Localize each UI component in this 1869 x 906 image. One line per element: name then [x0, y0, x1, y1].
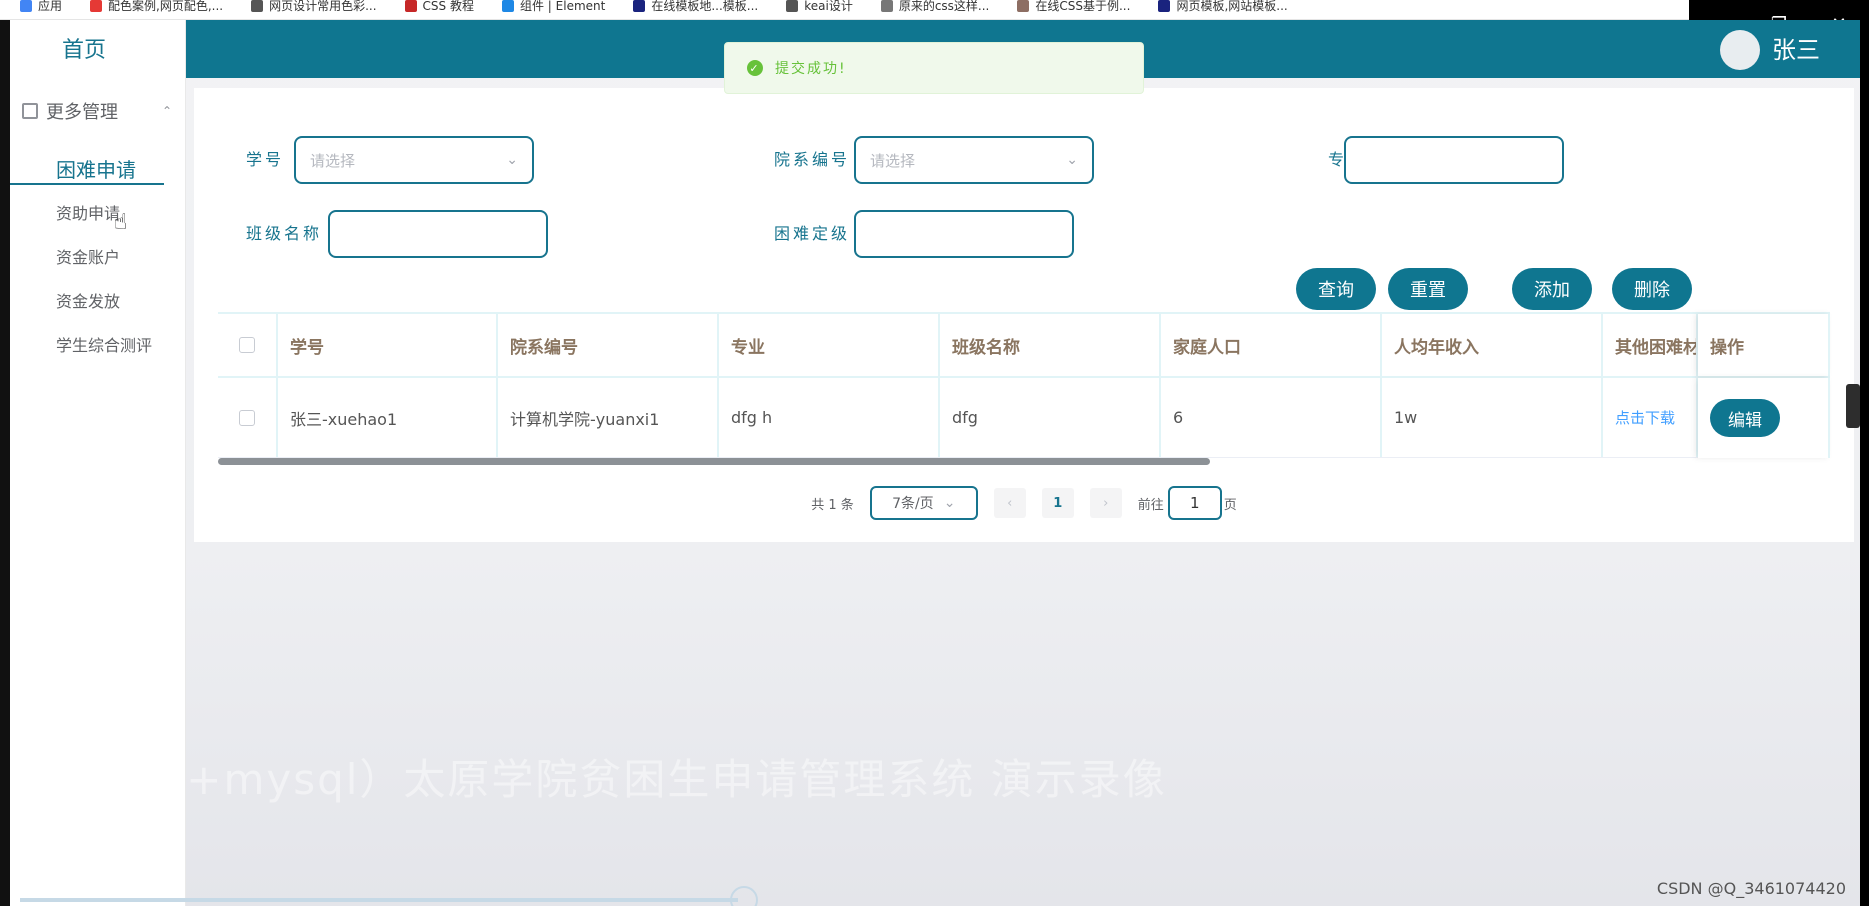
dept-select[interactable]: 请选择 ⌄	[854, 136, 1094, 184]
bookmark-icon	[880, 0, 893, 12]
next-page-icon[interactable]: ›	[1089, 488, 1122, 518]
download-link[interactable]: 点击下载	[1615, 407, 1675, 428]
active-indicator	[10, 183, 164, 185]
bookmark-item[interactable]: 在线CSS基于例...	[1017, 0, 1130, 14]
goto-page-input[interactable]: 1	[1167, 486, 1222, 520]
chevron-down-icon: ⌄	[1066, 152, 1078, 168]
bookmark-item[interactable]: 组件 | Element	[501, 0, 605, 14]
bookmark-item[interactable]: 网页模板,网站模板...	[1158, 0, 1288, 14]
cell-class: dfg	[940, 378, 1161, 457]
pagination: 共 1 条 7条/页 ⌄ ‹ 1 › 前往 1 页	[194, 486, 1854, 520]
prev-page-icon[interactable]: ‹	[993, 488, 1026, 518]
cursor-icon: ☝	[114, 210, 128, 235]
left-edge-strip	[0, 20, 10, 906]
side-handle[interactable]	[1846, 384, 1860, 428]
check-circle-icon: ✓	[747, 60, 763, 76]
toast-message: 提交成功!	[775, 61, 847, 77]
reset-button[interactable]: 重置	[1388, 268, 1468, 310]
col-header[interactable]: 家庭人口	[1161, 314, 1382, 376]
col-header[interactable]: 班级名称	[940, 314, 1161, 376]
delete-button[interactable]: 删除	[1612, 268, 1692, 310]
difficulty-label: 困难定级	[774, 224, 851, 243]
sidebar-home[interactable]: 首页	[62, 32, 106, 64]
bookmark-icon	[404, 0, 417, 12]
sidebar-item-difficulty[interactable]: 困难申请	[56, 154, 136, 183]
video-progress-bar[interactable]	[20, 898, 738, 902]
bookmark-item[interactable]: keai设计	[786, 0, 853, 14]
page-size-select[interactable]: 7条/页 ⌄	[869, 486, 978, 520]
video-progress-knob[interactable]	[730, 886, 758, 906]
bookmark-icon	[501, 0, 514, 12]
bookmarks-bar: 应用 配色案例,网页配色,... 网页设计常用色彩... CSS 教程 组件 |…	[0, 0, 1690, 20]
select-all-cell	[218, 314, 278, 376]
col-header[interactable]: 专业	[719, 314, 940, 376]
bookmark-icon	[633, 0, 646, 12]
bookmark-item[interactable]: 配色案例,网页配色,...	[90, 0, 223, 14]
table-row: 张三-xuehao1 计算机学院-yuanxi1 dfg h dfg 6 1w …	[218, 378, 1830, 458]
cell-income: 1w	[1382, 378, 1603, 457]
page-number[interactable]: 1	[1041, 488, 1074, 518]
row-checkbox[interactable]	[239, 409, 255, 426]
select-all-checkbox[interactable]	[239, 337, 255, 353]
class-label: 班级名称	[246, 224, 323, 243]
bookmark-item[interactable]: 在线模板地...模板...	[633, 0, 758, 14]
edit-button[interactable]: 编辑	[1710, 399, 1780, 437]
apps-icon	[20, 0, 32, 12]
success-toast: ✓ 提交成功!	[724, 42, 1144, 94]
bookmark-item[interactable]: 网页设计常用色彩...	[251, 0, 377, 14]
col-header[interactable]: 人均年收入	[1382, 314, 1603, 376]
bookmark-icon	[251, 0, 264, 12]
cell-student-no: 张三-xuehao1	[278, 378, 498, 457]
major-input[interactable]	[1344, 136, 1564, 184]
sidebar-item-payout[interactable]: 资金发放	[56, 288, 120, 312]
col-header[interactable]: 学号	[278, 314, 498, 376]
sidebar-item-aid[interactable]: 资助申请	[56, 200, 120, 224]
sidebar-item-account[interactable]: 资金账户	[56, 244, 120, 268]
main-panel: 学号 请选择 ⌄ 院系编号 请选择 ⌄ 专业 班级名称 困难定级 查询 重置 添…	[194, 88, 1854, 542]
col-header[interactable]: 院系编号	[498, 314, 719, 376]
student-no-select[interactable]: 请选择 ⌄	[294, 136, 534, 184]
cell-major: dfg h	[719, 378, 940, 457]
username[interactable]: 张三	[1772, 30, 1820, 65]
data-table: 学号 院系编号 专业 班级名称 家庭人口 人均年收入 其他困难材料 操作 张三-…	[218, 312, 1830, 458]
horizontal-scrollbar[interactable]	[218, 458, 1210, 465]
cell-family-size: 6	[1161, 378, 1382, 457]
cell-dept: 计算机学院-yuanxi1	[498, 378, 719, 457]
chevron-up-icon: ⌃	[161, 104, 172, 118]
sidebar-item-evaluation[interactable]: 学生综合测评	[56, 332, 152, 356]
bookmark-item[interactable]: CSS 教程	[404, 0, 474, 14]
dept-label: 院系编号	[774, 150, 851, 169]
table-header: 学号 院系编号 专业 班级名称 家庭人口 人均年收入 其他困难材料 操作	[218, 312, 1830, 378]
goto-prefix: 前往	[1137, 497, 1164, 513]
total-count: 共 1 条	[811, 497, 854, 513]
video-watermark: ( boot+mysql）太原学院贫困生申请管理系统 演示录像	[50, 755, 1167, 804]
cell-actions: 编辑	[1698, 378, 1830, 458]
bookmark-item[interactable]: 原来的css这样...	[880, 0, 989, 14]
query-button[interactable]: 查询	[1296, 268, 1376, 310]
student-no-label: 学号	[246, 150, 285, 169]
csdn-credit: CSDN @Q_3461074420	[1656, 879, 1846, 898]
app-window: 首页 更多管理 ⌃ 困难申请 资助申请 资金账户 资金发放 学生综合测评 ☝ 张…	[10, 20, 1860, 906]
bookmark-icon	[786, 0, 799, 12]
chevron-down-icon: ⌄	[506, 152, 518, 168]
bookmark-icon	[90, 0, 103, 12]
bookmark-item[interactable]: 应用	[20, 0, 62, 14]
row-select-cell	[218, 378, 278, 457]
bookmark-icon	[1158, 0, 1171, 12]
add-button[interactable]: 添加	[1512, 268, 1592, 310]
chevron-down-icon: ⌄	[943, 495, 956, 511]
col-header[interactable]: 其他困难材料	[1603, 314, 1698, 376]
goto-suffix: 页	[1223, 497, 1237, 513]
class-input[interactable]	[328, 210, 548, 258]
bookmark-icon	[1017, 0, 1030, 12]
difficulty-input[interactable]	[854, 210, 1074, 258]
copy-icon	[22, 103, 38, 119]
avatar[interactable]	[1720, 30, 1760, 70]
cell-materials: 点击下载	[1603, 378, 1698, 457]
sidebar-group-more[interactable]: 更多管理 ⌃	[22, 98, 182, 124]
col-header-actions: 操作	[1698, 314, 1830, 376]
